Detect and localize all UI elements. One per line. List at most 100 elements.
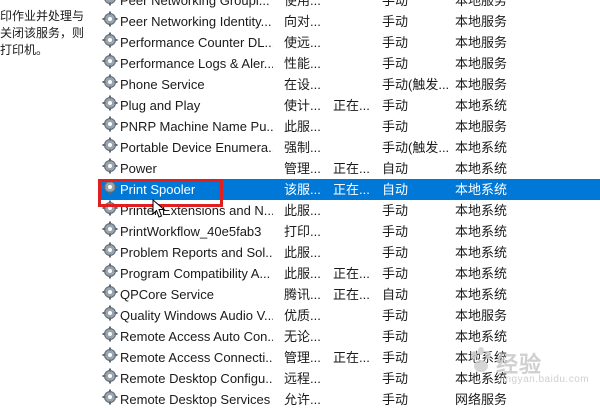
service-description: 此服... (284, 119, 321, 134)
service-description: 管理... (284, 350, 321, 365)
service-startup-type: 自动 (382, 182, 409, 197)
service-gear-icon (102, 53, 118, 69)
service-gear-icon (102, 158, 118, 174)
service-gear-icon (102, 74, 118, 90)
service-row[interactable]: Phone Service 在设... 手动(触发... 本地服务 (95, 74, 600, 95)
service-name: Program Compatibility A... (120, 266, 271, 281)
service-description-panel: 印作业并处理与 关闭该服务，则 打印机。 (0, 8, 94, 59)
service-row[interactable]: Peer Networking Identity... 向对... 手动 本地服务 (95, 11, 600, 32)
service-description: 该服... (284, 182, 321, 197)
service-logon-as: 本地系统 (455, 161, 508, 176)
service-logon-as: 本地系统 (455, 266, 508, 281)
service-row[interactable]: Power 管理... 正在... 自动 本地系统 (95, 158, 600, 179)
service-row[interactable]: Quality Windows Audio V... 优质... 手动 本地服务 (95, 305, 600, 326)
paw-logo-icon (471, 347, 491, 372)
service-gear-icon (102, 137, 118, 153)
service-row[interactable]: Peer Networking Groupi... 使用... 手动 本地服务 (95, 0, 600, 11)
service-row[interactable]: PrintWorkflow_40e5fab3 打印... 手动 本地系统 (95, 221, 600, 242)
service-logon-as: 本地系统 (455, 182, 508, 197)
service-logon-as: 本地系统 (455, 203, 508, 218)
service-startup-type: 手动 (382, 350, 409, 365)
service-name: Problem Reports and Sol... (120, 245, 273, 260)
service-logon-as: 本地系统 (455, 140, 508, 155)
service-startup-type: 自动 (382, 161, 409, 176)
service-startup-type: 自动 (382, 287, 409, 302)
service-name: QPCore Service (120, 287, 214, 302)
service-row[interactable]: Program Compatibility A... 此服... 正在... 手动 本地… (95, 263, 600, 284)
service-startup-type: 手动 (382, 0, 409, 8)
service-logon-as: 本地服务 (455, 77, 508, 92)
service-description: 此服... (284, 266, 321, 281)
service-description: 强制... (284, 140, 321, 155)
service-gear-icon (102, 11, 118, 27)
service-gear-icon (102, 242, 118, 258)
service-name: Power (120, 161, 157, 176)
service-logon-as: 本地系统 (455, 98, 508, 113)
service-gear-icon (102, 116, 118, 132)
description-line: 关闭该服务，则 (0, 26, 85, 40)
service-logon-as: 本地服务 (455, 0, 508, 8)
service-name: Peer Networking Identity... (120, 14, 272, 29)
service-row[interactable]: Performance Logs & Aler... 性能... 手动 本地服务 (95, 53, 600, 74)
service-name: Remote Access Auto Con... (120, 329, 273, 344)
service-row[interactable]: PNRP Machine Name Pu... 此服... 手动 本地服务 (95, 116, 600, 137)
service-description: 在设... (284, 77, 321, 92)
service-logon-as: 本地服务 (455, 56, 508, 71)
service-description: 无论... (284, 329, 321, 344)
service-status: 正在... (333, 182, 370, 197)
service-startup-type: 手动 (382, 329, 409, 344)
service-gear-icon (102, 95, 118, 111)
service-row[interactable]: QPCore Service 腾讯... 正在... 自动 本地系统 (95, 284, 600, 305)
service-gear-icon (102, 32, 118, 48)
service-startup-type: 手动 (382, 56, 409, 71)
service-description: 使计... (284, 98, 321, 113)
description-line: 印作业并处理与 (0, 9, 85, 23)
service-logon-as: 本地系统 (455, 224, 508, 239)
service-logon-as: 本地系统 (455, 245, 508, 260)
description-line: 打印机。 (0, 43, 49, 57)
service-name: PrintWorkflow_40e5fab3 (120, 224, 262, 239)
service-name: Plug and Play (120, 98, 201, 113)
service-startup-type: 手动(触发... (382, 140, 450, 155)
baidu-watermark: 经验 jingyan.baidu.com (468, 344, 590, 392)
service-description: 管理... (284, 161, 321, 176)
service-logon-as: 本地服务 (455, 35, 508, 50)
service-description: 远程... (284, 371, 321, 386)
service-gear-icon (102, 389, 118, 405)
service-startup-type: 手动 (382, 203, 409, 218)
service-name: Remote Desktop Configu... (120, 371, 273, 386)
service-name: PNRP Machine Name Pu... (120, 119, 273, 134)
service-gear-icon (102, 284, 118, 300)
service-row[interactable]: Plug and Play 使计... 正在... 手动 本地系统 (95, 95, 600, 116)
service-logon-as: 本地系统 (455, 287, 508, 302)
service-name: Quality Windows Audio V... (120, 308, 273, 323)
service-startup-type: 手动(触发... (382, 77, 450, 92)
watermark-url: jingyan.baidu.com (500, 374, 590, 385)
service-description: 向对... (284, 14, 321, 29)
service-row[interactable]: Problem Reports and Sol... 此服... 手动 本地系统 (95, 242, 600, 263)
service-gear-icon (102, 221, 118, 237)
service-name: Performance Counter DL... (120, 35, 273, 50)
service-startup-type: 手动 (382, 98, 409, 113)
service-status: 正在... (333, 266, 370, 281)
service-name: Portable Device Enumera... (120, 140, 273, 155)
service-startup-type: 手动 (382, 14, 409, 29)
service-row[interactable]: Performance Counter DL... 使远... 手动 本地服务 (95, 32, 600, 53)
service-description: 使远... (284, 35, 321, 50)
service-description: 性能... (284, 56, 321, 71)
service-description: 使用... (284, 0, 321, 8)
service-gear-icon (102, 0, 118, 6)
service-logon-as: 本地服务 (455, 119, 508, 134)
service-status: 正在... (333, 350, 370, 365)
service-name: Remote Access Connecti... (120, 350, 273, 365)
service-startup-type: 手动 (382, 224, 409, 239)
service-startup-type: 手动 (382, 266, 409, 281)
service-row[interactable]: Portable Device Enumera... 强制... 手动(触发... 本… (95, 137, 600, 158)
service-description: 腾讯... (284, 287, 321, 302)
service-status: 正在... (333, 161, 370, 176)
service-logon-as: 本地服务 (455, 308, 508, 323)
service-gear-icon (102, 368, 118, 384)
service-name: Phone Service (120, 77, 205, 92)
service-name: Peer Networking Groupi... (120, 0, 270, 8)
service-name: Performance Logs & Aler... (120, 56, 273, 71)
